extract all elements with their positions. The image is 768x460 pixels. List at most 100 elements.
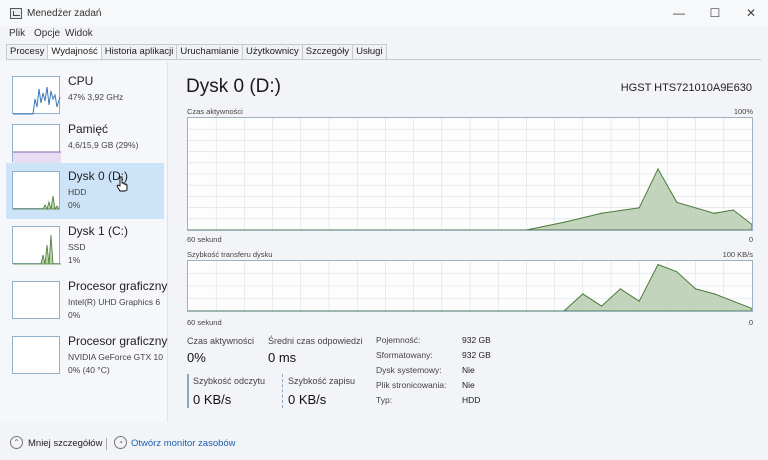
footer: ⌃ Mniej szczegółów ◔ Otwórz monitor zaso…: [0, 430, 768, 460]
transfer-rate-graph: [187, 260, 753, 312]
sidebar-item-gpu-1[interactable]: Procesor graficzny NVIDIA GeForce GTX 10…: [6, 328, 168, 384]
data-point: [676, 201, 678, 203]
menu-options[interactable]: Opcje: [34, 28, 60, 39]
task-manager-icon: [10, 8, 22, 19]
chevron-up-icon[interactable]: ⌃: [10, 436, 23, 449]
data-point: [225, 229, 227, 231]
menu-view[interactable]: Widok: [65, 28, 93, 39]
sidebar-item-gpu-0[interactable]: Procesor graficzny Intel(R) UHD Graphics…: [6, 273, 168, 329]
disk-details-panel: Dysk 0 (D:) HGST HTS721010A9E630 Czas ak…: [172, 62, 768, 422]
close-button[interactable]: ✕: [736, 4, 766, 22]
sidebar-item-detail: 4,6/15,9 GB (29%): [68, 140, 139, 150]
data-point: [695, 288, 697, 290]
sidebar-item-detail: Intel(R) UHD Graphics 6: [68, 297, 161, 307]
sidebar-item-label: Procesor graficzny: [68, 334, 168, 348]
active-time-stat-value: 0%: [187, 350, 206, 365]
data-point: [337, 310, 339, 312]
sidebar-item-usage: 1%: [68, 255, 81, 265]
data-point: [619, 288, 621, 290]
data-point: [413, 229, 415, 231]
capacity-label: Pojemność:: [376, 335, 421, 345]
gpu-0-thumbnail: [12, 281, 60, 319]
data-point: [563, 221, 565, 223]
open-resource-monitor-link[interactable]: Otwórz monitor zasobów: [131, 438, 236, 449]
response-time-label: Średni czas odpowiedzi: [268, 336, 363, 346]
title-bar: Menedżer zadań — ☐ ✕: [0, 0, 768, 26]
data-point: [657, 263, 659, 266]
data-point: [638, 300, 640, 302]
maximize-button[interactable]: ☐: [700, 4, 730, 22]
performance-sidebar: CPU 47% 3,92 GHz Pamięć 4,6/15,9 GB (29%…: [0, 62, 168, 422]
tab-startup[interactable]: Uruchamianie: [177, 44, 243, 60]
sidebar-item-usage: 0%: [68, 200, 81, 210]
data-point: [262, 310, 264, 312]
page-title: Dysk 0 (D:): [186, 76, 281, 97]
data-point: [262, 229, 264, 231]
data-point: [300, 229, 302, 231]
active-time-chart: [187, 118, 753, 231]
tab-details[interactable]: Szczegóły: [302, 44, 354, 60]
sidebar-item-usage: 0% (40 °C): [68, 365, 110, 375]
active-time-graph-label: Czas aktywności: [187, 107, 243, 116]
transfer-rate-chart: [187, 261, 753, 312]
formatted-value: 932 GB: [462, 350, 491, 360]
transfer-min-label: 0: [748, 318, 753, 327]
data-point: [638, 207, 640, 209]
data-point: [713, 212, 716, 214]
transfer-graph-label: Szybkość transferu dysku: [187, 250, 273, 259]
memory-thumbnail: [12, 124, 61, 163]
active-time-stat-label: Czas aktywności: [187, 336, 255, 346]
transfer-max-label: 100 KB/s: [722, 250, 753, 259]
minimize-button[interactable]: —: [664, 4, 694, 22]
active-time-min-label: 0: [748, 235, 753, 244]
data-point: [413, 310, 415, 312]
write-speed-value: 0 KB/s: [288, 392, 327, 407]
type-value: HDD: [462, 395, 481, 405]
gpu-1-thumbnail: [12, 336, 60, 374]
tab-divider: [6, 59, 761, 60]
page-file-value: Nie: [462, 380, 475, 390]
sidebar-item-detail: NVIDIA GeForce GTX 10: [68, 352, 163, 362]
tab-strip: Procesy Wydajność Historia aplikacji Uru…: [6, 44, 387, 60]
read-speed-label: Szybkość odczytu: [193, 376, 266, 386]
sidebar-item-detail: HDD: [68, 187, 87, 197]
tab-app-history[interactable]: Historia aplikacji: [101, 44, 178, 60]
tab-processes[interactable]: Procesy: [6, 44, 49, 60]
data-point: [732, 300, 734, 302]
hand-cursor-icon: [116, 176, 128, 192]
data-point: [450, 229, 452, 231]
sidebar-item-detail: 47% 3,92 GHz: [68, 92, 124, 102]
disk-model: HGST HTS721010A9E630: [620, 82, 752, 94]
formatted-label: Sformatowany:: [376, 350, 433, 360]
data-point: [187, 310, 189, 312]
response-time-value: 0 ms: [268, 350, 297, 365]
resource-monitor-icon: ◔: [114, 436, 127, 449]
sidebar-item-detail: SSD: [68, 242, 86, 252]
transfer-range-label: 60 sekund: [187, 318, 222, 327]
data-point: [187, 229, 189, 231]
sidebar-item-label: Procesor graficzny: [68, 279, 168, 293]
system-disk-value: Nie: [462, 365, 475, 375]
menu-bar: Plik Opcje Widok: [0, 26, 768, 42]
data-point: [601, 212, 603, 214]
active-time-max-label: 100%: [733, 107, 753, 116]
sidebar-item-disk-1[interactable]: Dysk 1 (C:) SSD 1%: [6, 218, 164, 274]
active-time-graph: [187, 117, 753, 231]
data-point: [601, 305, 603, 307]
sidebar-item-disk-0[interactable]: Dysk 0 (D:) HDD 0%: [6, 163, 164, 219]
tab-users[interactable]: Użytkownicy: [242, 44, 303, 60]
tab-performance[interactable]: Wydajność: [48, 44, 102, 60]
fewer-details-link[interactable]: Mniej szczegółów: [28, 438, 102, 449]
menu-file[interactable]: Plik: [9, 28, 25, 39]
data-point: [337, 229, 339, 231]
data-point: [582, 293, 584, 295]
sidebar-item-label: Dysk 1 (C:): [68, 224, 128, 238]
data-point: [676, 271, 678, 273]
write-speed-indicator: [282, 374, 283, 408]
sidebar-item-usage: 0%: [68, 310, 81, 320]
tab-services[interactable]: Usługi: [353, 44, 387, 60]
write-speed-label: Szybkość zapisu: [288, 376, 356, 386]
cpu-thumbnail: [12, 76, 61, 115]
sidebar-item-label: Pamięć: [68, 122, 109, 136]
disk-1-thumbnail: [12, 226, 61, 265]
